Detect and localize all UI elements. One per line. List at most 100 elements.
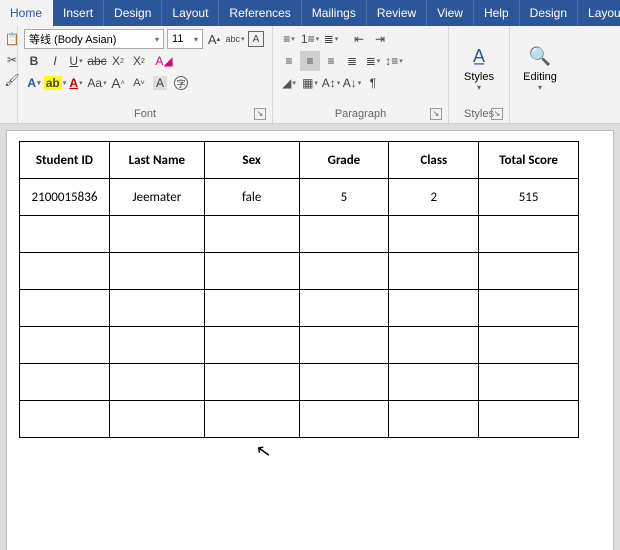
show-marks-icon[interactable]: ¶ <box>363 73 383 93</box>
paste-icon[interactable]: 📋 <box>2 28 22 50</box>
styles-button[interactable]: A̲ Styles ▾ <box>455 37 503 98</box>
tab-insert[interactable]: Insert <box>53 0 104 26</box>
table-cell[interactable] <box>20 253 110 290</box>
table-cell[interactable] <box>479 401 579 438</box>
tab-design[interactable]: Design <box>104 0 162 26</box>
tab-home[interactable]: Home <box>0 0 53 26</box>
font-color-icon[interactable]: A <box>66 73 86 93</box>
bullets-icon[interactable]: ≡ <box>279 29 299 49</box>
increase-indent-icon[interactable]: ⇥ <box>370 29 390 49</box>
tab-table-layout[interactable]: Layout <box>578 0 620 26</box>
table-row[interactable] <box>20 216 579 253</box>
table-cell[interactable] <box>204 253 299 290</box>
tab-table-design[interactable]: Design <box>520 0 578 26</box>
sort-icon[interactable]: A↓ <box>342 73 362 93</box>
table-cell[interactable]: fale <box>204 179 299 216</box>
tab-help[interactable]: Help <box>474 0 520 26</box>
page[interactable]: Student ID Last Name Sex Grade Class Tot… <box>6 130 614 550</box>
text-effects-icon[interactable]: A <box>24 73 44 93</box>
header-cell[interactable]: Class <box>389 142 479 179</box>
table-cell[interactable] <box>479 327 579 364</box>
table-cell[interactable] <box>299 364 389 401</box>
table-cell[interactable] <box>20 216 110 253</box>
table-cell[interactable] <box>389 401 479 438</box>
numbering-icon[interactable]: 1≡ <box>300 29 320 49</box>
styles-dialog-launcher[interactable]: ↘ <box>491 108 503 120</box>
header-cell[interactable]: Sex <box>204 142 299 179</box>
tab-references[interactable]: References <box>219 0 301 26</box>
table-cell[interactable] <box>109 401 204 438</box>
align-right-icon[interactable]: ≡ <box>321 51 341 71</box>
font-name-select[interactable]: 等线 (Body Asian)▾ <box>24 29 164 49</box>
underline-button[interactable]: U <box>66 51 86 71</box>
table-cell[interactable] <box>204 364 299 401</box>
table-cell[interactable] <box>299 401 389 438</box>
enclose-char-icon[interactable]: 字 <box>171 73 191 93</box>
table-cell[interactable]: Jeemater <box>109 179 204 216</box>
table-cell[interactable] <box>109 290 204 327</box>
decrease-indent-icon[interactable]: ⇤ <box>349 29 369 49</box>
table-cell[interactable] <box>479 216 579 253</box>
table-cell[interactable] <box>389 290 479 327</box>
table-cell[interactable] <box>109 327 204 364</box>
table-cell[interactable] <box>299 290 389 327</box>
align-left-icon[interactable]: ≡ <box>279 51 299 71</box>
student-table[interactable]: Student ID Last Name Sex Grade Class Tot… <box>19 141 579 438</box>
table-cell[interactable] <box>389 364 479 401</box>
shrink-a-icon[interactable]: A˅ <box>129 73 149 93</box>
table-cell[interactable] <box>109 216 204 253</box>
table-cell[interactable] <box>20 290 110 327</box>
table-cell[interactable] <box>109 364 204 401</box>
tab-mailings[interactable]: Mailings <box>302 0 367 26</box>
table-row[interactable] <box>20 364 579 401</box>
editing-button[interactable]: 🔍 Editing ▾ <box>516 37 564 98</box>
table-cell[interactable] <box>479 290 579 327</box>
shading-icon[interactable]: ◢ <box>279 73 299 93</box>
cut-icon[interactable]: ✂ <box>2 50 22 70</box>
tab-review[interactable]: Review <box>367 0 427 26</box>
header-cell[interactable]: Grade <box>299 142 389 179</box>
borders-icon[interactable]: ▦ <box>300 73 320 93</box>
table-row[interactable] <box>20 290 579 327</box>
grow-a-icon[interactable]: A˄ <box>108 73 128 93</box>
table-header-row[interactable]: Student ID Last Name Sex Grade Class Tot… <box>20 142 579 179</box>
subscript-button[interactable]: X2 <box>108 51 128 71</box>
table-cell[interactable] <box>299 327 389 364</box>
table-cell[interactable] <box>204 216 299 253</box>
table-cell[interactable] <box>204 401 299 438</box>
clear-format-icon[interactable]: A◢ <box>150 51 178 71</box>
table-row[interactable]: 2100015836Jeematerfale52515 <box>20 179 579 216</box>
table-cell[interactable]: 2 <box>389 179 479 216</box>
tab-layout[interactable]: Layout <box>162 0 219 26</box>
header-cell[interactable]: Total Score <box>479 142 579 179</box>
table-cell[interactable]: 2100015836 <box>20 179 110 216</box>
highlight-icon[interactable]: ab <box>45 73 65 93</box>
superscript-button[interactable]: X2 <box>129 51 149 71</box>
table-cell[interactable] <box>299 216 389 253</box>
table-cell[interactable]: 515 <box>479 179 579 216</box>
table-cell[interactable] <box>204 290 299 327</box>
copy-brush-icon[interactable]: 🖌 <box>2 70 22 90</box>
font-dialog-launcher[interactable]: ↘ <box>254 108 266 120</box>
table-row[interactable] <box>20 401 579 438</box>
table-cell[interactable] <box>109 253 204 290</box>
table-cell[interactable] <box>299 253 389 290</box>
change-case-icon[interactable]: Aa <box>87 73 107 93</box>
table-cell[interactable] <box>20 327 110 364</box>
table-row[interactable] <box>20 327 579 364</box>
strikethrough-button[interactable]: abc <box>87 51 107 71</box>
table-cell[interactable] <box>20 364 110 401</box>
header-cell[interactable]: Student ID <box>20 142 110 179</box>
italic-button[interactable]: I <box>45 51 65 71</box>
distribute-icon[interactable]: ≣ <box>363 51 383 71</box>
multilevel-list-icon[interactable]: ≣ <box>321 29 341 49</box>
table-cell[interactable] <box>389 216 479 253</box>
justify-icon[interactable]: ≣ <box>342 51 362 71</box>
document-area[interactable]: Student ID Last Name Sex Grade Class Tot… <box>0 124 620 550</box>
table-cell[interactable] <box>389 327 479 364</box>
table-cell[interactable] <box>389 253 479 290</box>
table-row[interactable] <box>20 253 579 290</box>
table-cell[interactable]: 5 <box>299 179 389 216</box>
line-spacing-icon[interactable]: ↕≡ <box>384 51 404 71</box>
align-center-icon[interactable]: ≡ <box>300 51 320 71</box>
